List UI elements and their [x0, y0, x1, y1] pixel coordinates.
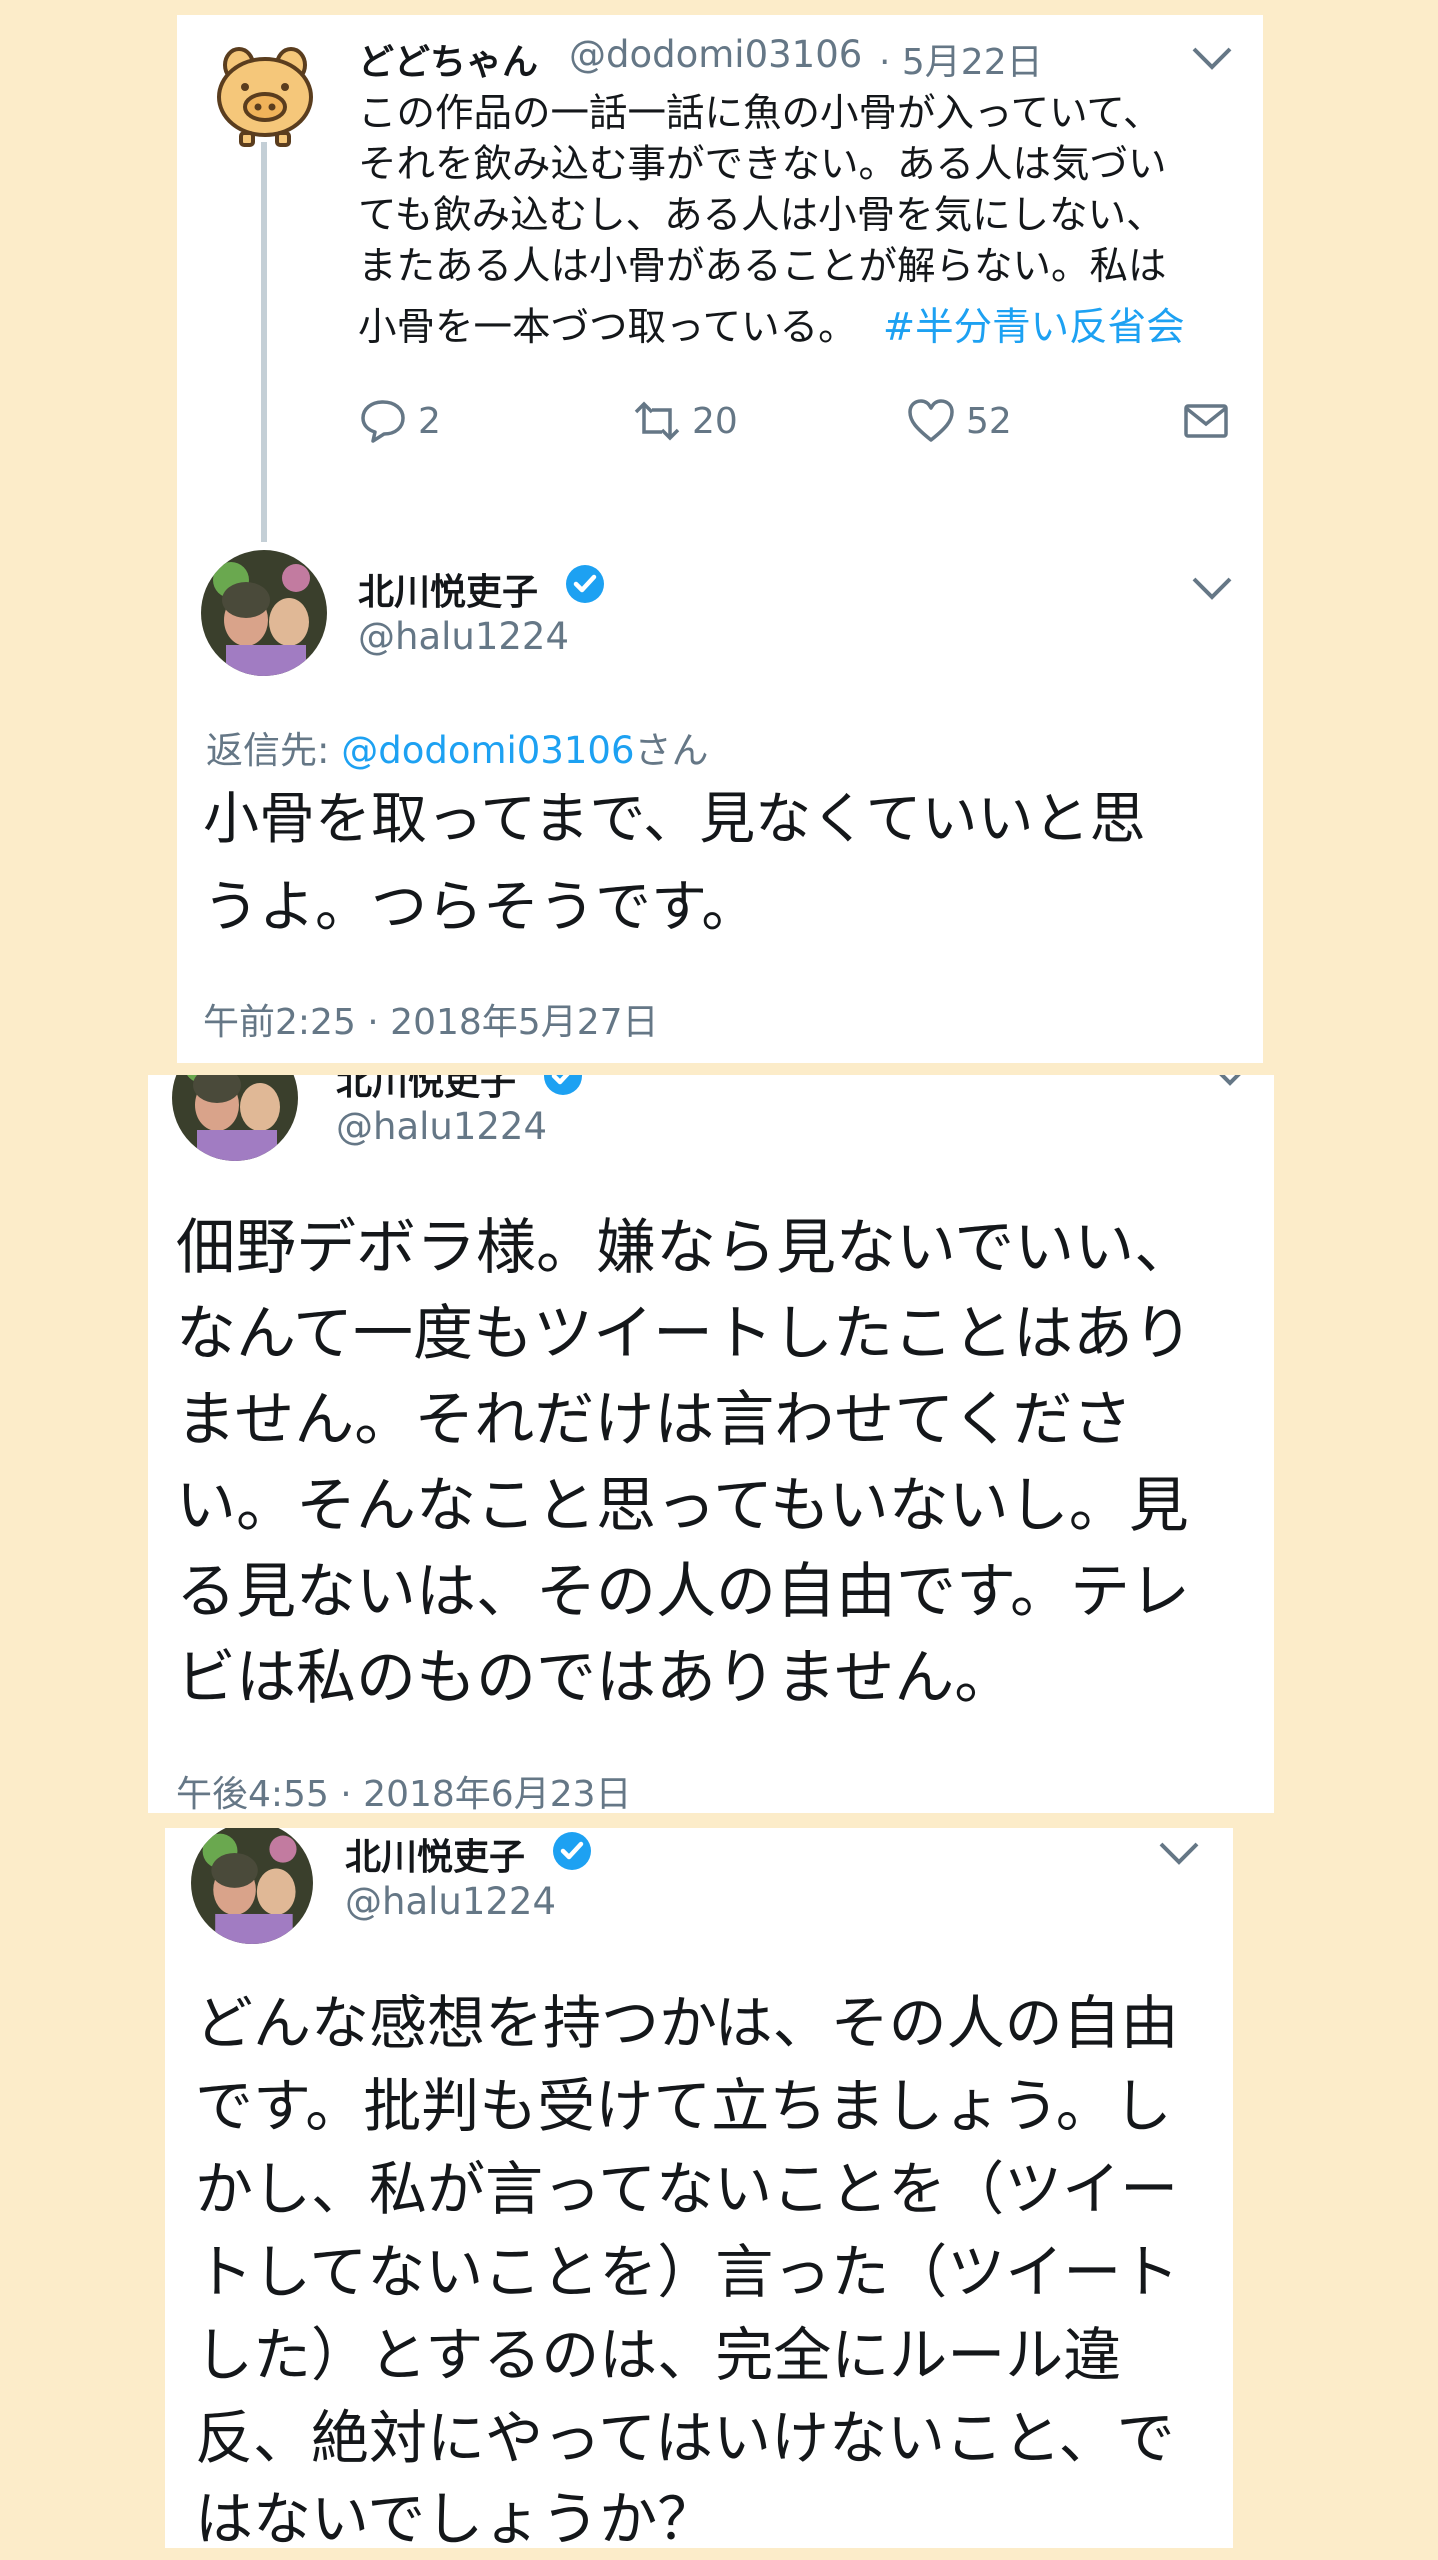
tweet-text-line: はないでしょうか？: [195, 2485, 716, 2548]
verified-badge-icon: [553, 1832, 591, 1870]
tweet-text-line: ビは私のものではありません。: [176, 1643, 1015, 1713]
tweet-text-line: なんて一度もツイートしたことはあり: [176, 1299, 1193, 1369]
avatar[interactable]: [201, 550, 327, 676]
user-handle[interactable]: @halu1224: [358, 615, 569, 658]
tweet-text-line: それを飲み込む事ができない。ある人は気づい: [358, 142, 1167, 187]
avatar[interactable]: [172, 1075, 298, 1161]
chevron-down-icon[interactable]: [1208, 1075, 1252, 1087]
tweet-text-line: かし、私が言ってないことを（ツイー: [195, 2155, 1179, 2223]
retweet-button[interactable]: 20: [632, 396, 738, 446]
tweet-text-line: ても飲み込むし、ある人は小骨を気にしない、: [358, 193, 1165, 238]
retweet-icon: [634, 401, 680, 441]
display-name[interactable]: 北川悦吏子: [336, 1075, 516, 1105]
chevron-down-icon[interactable]: [1190, 575, 1234, 601]
like-icon: [908, 399, 954, 442]
tweet-timestamp[interactable]: 午前2:25 · 2018年5月27日: [203, 993, 659, 1045]
tweet-card: 北川悦吏子 @halu1224 どんな感想を持つかは、その人の自由 です。批判も…: [165, 1828, 1233, 2548]
dm-icon: [1184, 404, 1228, 438]
tweet-text-line: ません。それだけは言わせてくださ: [176, 1385, 1133, 1455]
tweet-text-line: 反、絶対にやってはいけないこと、で: [195, 2404, 1175, 2472]
replying-to: 返信先: @dodomi03106さん: [206, 720, 709, 774]
avatar[interactable]: [191, 1828, 313, 1944]
tweet-text-line: い。そんなこと思ってもいないし。見: [176, 1471, 1189, 1541]
reply-count: 2: [418, 400, 441, 442]
tweet-thread-card: どどちゃん @dodomi03106 · 5月22日 この作品の一話一話に魚の小…: [177, 15, 1263, 1063]
display-name[interactable]: 北川悦吏子: [345, 1828, 525, 1880]
tweet-text-segment: 小骨を一本づつ取っている。: [358, 305, 857, 350]
tweet-timestamp[interactable]: 午後4:55 · 2018年6月23日: [176, 1765, 632, 1813]
replying-to-suffix: さん: [634, 729, 709, 772]
pig-avatar-icon[interactable]: [205, 35, 325, 155]
verified-badge-icon: [544, 1075, 582, 1095]
chevron-down-icon[interactable]: [1190, 45, 1234, 71]
display-name[interactable]: 北川悦吏子: [358, 563, 538, 615]
tweet-text-line: トしてないことを）言った（ツイート: [195, 2238, 1180, 2306]
tweet-text-line: した）とするのは、完全にルール違: [195, 2321, 1122, 2389]
like-count: 52: [966, 400, 1012, 442]
display-name[interactable]: どどちゃん: [358, 33, 538, 85]
thread-connector: [261, 142, 267, 542]
dm-button[interactable]: [1181, 396, 1231, 446]
mention-link[interactable]: @dodomi03106: [341, 729, 634, 772]
tweet-date[interactable]: · 5月22日: [879, 33, 1043, 85]
tweet-text-line: る見ないは、その人の自由です。テレ: [176, 1557, 1190, 1627]
reply-button[interactable]: 2: [358, 396, 441, 446]
tweet-text-line: うよ。つらそうです。: [203, 875, 758, 940]
tweet-text-line: です。批判も受けて立ちましょう。し: [195, 2072, 1172, 2140]
user-handle[interactable]: @halu1224: [345, 1880, 556, 1923]
user-handle[interactable]: @halu1224: [336, 1105, 547, 1148]
tweet-text-line: 小骨を取ってまで、見なくていいと思: [203, 787, 1146, 852]
tweet-text-line: どんな感想を持つかは、その人の自由: [195, 1989, 1179, 2057]
tweet-card: 北川悦吏子 @halu1224 佃野デボラ様。嫌なら見ないでいい、 なんて一度も…: [148, 1075, 1274, 1813]
retweet-count: 20: [692, 400, 738, 442]
tweet-text-line: この作品の一話一話に魚の小骨が入っていて、: [358, 91, 1162, 136]
tweet-text-line: 佃野デボラ様。嫌なら見ないでいい、: [176, 1213, 1195, 1283]
tweet-text-line: 小骨を一本づつ取っている。 #半分青い反省会: [358, 308, 1185, 348]
tweet-text-line: またある人は小骨があることが解らない。私は: [358, 244, 1167, 289]
replying-to-label: 返信先:: [206, 729, 342, 772]
reply-icon: [361, 400, 405, 443]
chevron-down-icon[interactable]: [1157, 1840, 1201, 1866]
verified-badge-icon: [566, 565, 604, 603]
hashtag-link[interactable]: #半分青い反省会: [883, 305, 1185, 350]
user-handle[interactable]: @dodomi03106: [569, 33, 862, 76]
like-button[interactable]: 52: [906, 396, 1012, 446]
